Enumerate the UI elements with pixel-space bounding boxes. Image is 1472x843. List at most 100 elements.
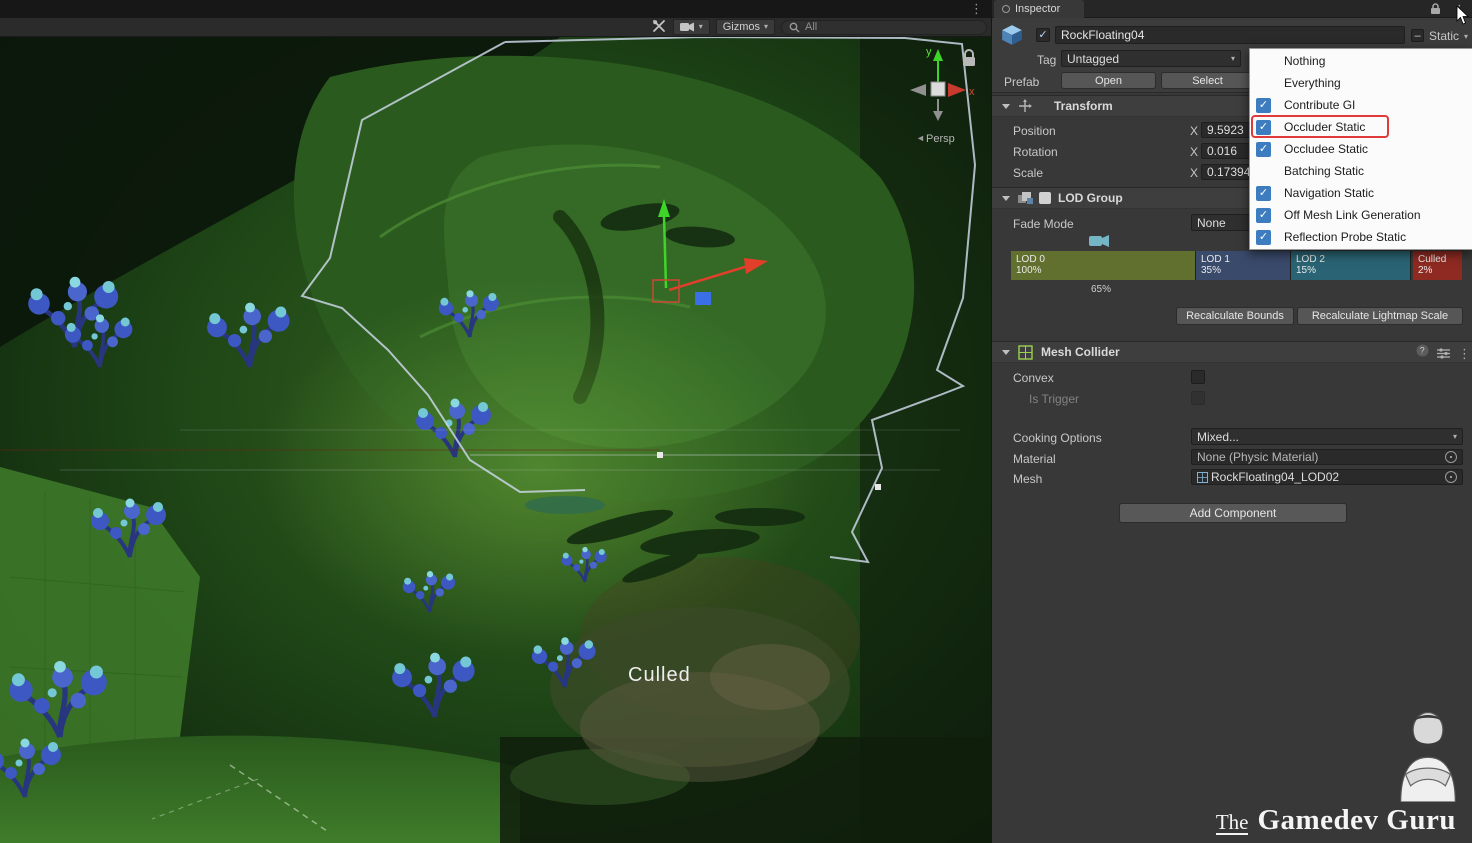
menu-item-label: Reflection Probe Static [1284, 230, 1406, 244]
menu-item-label: Occludee Static [1284, 142, 1368, 156]
recalculate-bounds-button[interactable]: Recalculate Bounds [1176, 307, 1294, 325]
menu-item-everything[interactable]: Everything [1250, 72, 1472, 94]
is-trigger-checkbox[interactable] [1191, 391, 1205, 405]
menu-item-navigation-static[interactable]: Navigation Static [1250, 182, 1472, 204]
menu-item-label: Contribute GI [1284, 98, 1355, 112]
scene-tab-strip: ⋮ [0, 0, 991, 18]
prefab-open-button[interactable]: Open [1061, 72, 1156, 89]
convex-label: Convex [1013, 371, 1054, 385]
tag-label: Tag [1037, 53, 1056, 67]
static-dropdown-caret-icon[interactable]: ▾ [1464, 33, 1468, 41]
checkbox-checked-icon[interactable] [1256, 120, 1271, 135]
scene-render: y x ◄ Persp [0, 37, 991, 843]
transform-title: Transform [1054, 99, 1113, 113]
culled-segment[interactable]: Culled 2% [1413, 251, 1462, 280]
lod0-percent: 100% [1016, 265, 1195, 276]
static-mixed-checkbox[interactable] [1411, 29, 1424, 42]
help-icon[interactable]: ? [1416, 344, 1429, 360]
menu-item-off-mesh-link[interactable]: Off Mesh Link Generation [1250, 204, 1472, 226]
cooking-options-dropdown[interactable]: Mixed... ▾ [1191, 428, 1463, 445]
object-name-field[interactable] [1055, 26, 1405, 44]
lod2-segment[interactable]: LOD 2 15% [1291, 251, 1411, 280]
recalculate-lightmap-button[interactable]: Recalculate Lightmap Scale [1297, 307, 1463, 325]
checkbox-checked-icon[interactable] [1256, 186, 1271, 201]
cooking-options-value: Mixed... [1197, 430, 1239, 444]
menu-item-nothing[interactable]: Nothing [1250, 50, 1472, 72]
checkbox-checked-icon[interactable] [1256, 208, 1271, 223]
menu-item-occludee-static[interactable]: Occludee Static [1250, 138, 1472, 160]
lod-group-title: LOD Group [1058, 191, 1123, 205]
position-label: Position [1013, 124, 1056, 138]
mesh-collider-component-header[interactable]: Mesh Collider ? ⋮ [992, 341, 1472, 363]
gizmos-label: Gizmos [723, 21, 760, 33]
add-component-button[interactable]: Add Component [1119, 503, 1347, 523]
lod0-segment[interactable]: LOD 0 100% [1011, 251, 1196, 280]
culled-percent: 2% [1418, 265, 1462, 276]
scene-toolbar: ▾ Gizmos ▾ All [0, 18, 991, 37]
prefab-select-button[interactable]: Select [1161, 72, 1254, 89]
logo-brand: Gamedev Guru [1257, 804, 1456, 837]
lod1-segment[interactable]: LOD 1 35% [1196, 251, 1291, 280]
mesh-collider-icon [1018, 345, 1033, 360]
scene-view: ⋮ ▾ Gizmos ▾ All [0, 0, 991, 843]
prefab-label: Prefab [1004, 75, 1039, 89]
scale-x-axis-label: X [1190, 166, 1198, 180]
foldout-arrow-icon[interactable] [1002, 350, 1010, 355]
scene-kebab-menu-icon[interactable]: ⋮ [970, 1, 983, 17]
mesh-collider-title: Mesh Collider [1041, 345, 1120, 359]
search-icon [789, 22, 800, 33]
mesh-label: Mesh [1013, 472, 1042, 486]
tag-dropdown[interactable]: Untagged ▾ [1061, 50, 1241, 67]
chevron-down-icon: ▾ [764, 23, 768, 31]
axis-x-label: x [969, 86, 975, 98]
checkbox-checked-icon[interactable] [1256, 98, 1271, 113]
scene-viewport[interactable]: y x ◄ Persp [0, 37, 991, 843]
checkbox-checked-icon[interactable] [1256, 230, 1271, 245]
menu-item-batching-static[interactable]: Batching Static [1250, 160, 1472, 182]
tab-inspector[interactable]: Inspector [994, 0, 1084, 18]
camera-view-button[interactable]: ▾ [673, 19, 710, 35]
active-checkbox[interactable] [1036, 28, 1050, 42]
object-picker-icon[interactable] [1445, 451, 1457, 463]
persp-label[interactable]: Persp [926, 133, 955, 145]
presets-icon[interactable] [1437, 348, 1450, 362]
static-label[interactable]: Static [1429, 29, 1459, 43]
object-picker-icon[interactable] [1445, 471, 1457, 483]
lod-bar[interactable]: LOD 0 100% LOD 1 35% LOD 2 15% Culled 2% [1011, 251, 1463, 280]
transform-icon [1018, 99, 1032, 113]
convex-checkbox[interactable] [1191, 370, 1205, 384]
component-kebab-menu-icon[interactable]: ⋮ [1458, 346, 1471, 362]
gizmos-dropdown[interactable]: Gizmos ▾ [716, 19, 775, 35]
lod-group-icon [1018, 191, 1034, 206]
scene-search-field[interactable]: All [781, 20, 987, 35]
menu-item-contribute-gi[interactable]: Contribute GI [1250, 94, 1472, 116]
lod2-percent: 15% [1296, 265, 1410, 276]
fade-mode-label: Fade Mode [1013, 217, 1074, 231]
foldout-arrow-icon[interactable] [1002, 196, 1010, 201]
lod-camera-icon[interactable] [1089, 233, 1111, 251]
checkbox-checked-icon[interactable] [1256, 142, 1271, 157]
menu-item-label: Batching Static [1284, 164, 1364, 178]
material-object-field[interactable]: None (Physic Material) [1191, 449, 1463, 465]
mesh-object-field[interactable]: RockFloating04_LOD02 [1191, 469, 1463, 485]
prefab-cube-icon [1000, 23, 1024, 50]
culled-name: Culled [1418, 254, 1462, 265]
lod1-percent: 35% [1201, 265, 1290, 276]
inspector-lock-icon[interactable] [1430, 3, 1441, 18]
menu-item-label: Off Mesh Link Generation [1284, 208, 1421, 222]
chevron-down-icon: ▾ [1453, 433, 1457, 441]
lod1-name: LOD 1 [1201, 254, 1290, 265]
unity-editor: ⋮ ▾ Gizmos ▾ All [0, 0, 1472, 843]
menu-item-reflection-probe[interactable]: Reflection Probe Static [1250, 226, 1472, 248]
gamedev-guru-mascot [1390, 710, 1466, 805]
scene-tools-icon[interactable] [652, 19, 667, 36]
inspector-tab-icon [1002, 5, 1010, 13]
material-label: Material [1013, 452, 1056, 466]
menu-item-occluder-static[interactable]: Occluder Static [1250, 116, 1472, 138]
static-flags-menu: Nothing Everything Contribute GI Occlude… [1249, 48, 1472, 250]
menu-item-label: Occluder Static [1284, 120, 1365, 134]
mesh-value: RockFloating04_LOD02 [1211, 470, 1441, 484]
foldout-arrow-icon[interactable] [1002, 104, 1010, 109]
mesh-icon [1197, 472, 1208, 483]
tag-value: Untagged [1067, 52, 1119, 66]
